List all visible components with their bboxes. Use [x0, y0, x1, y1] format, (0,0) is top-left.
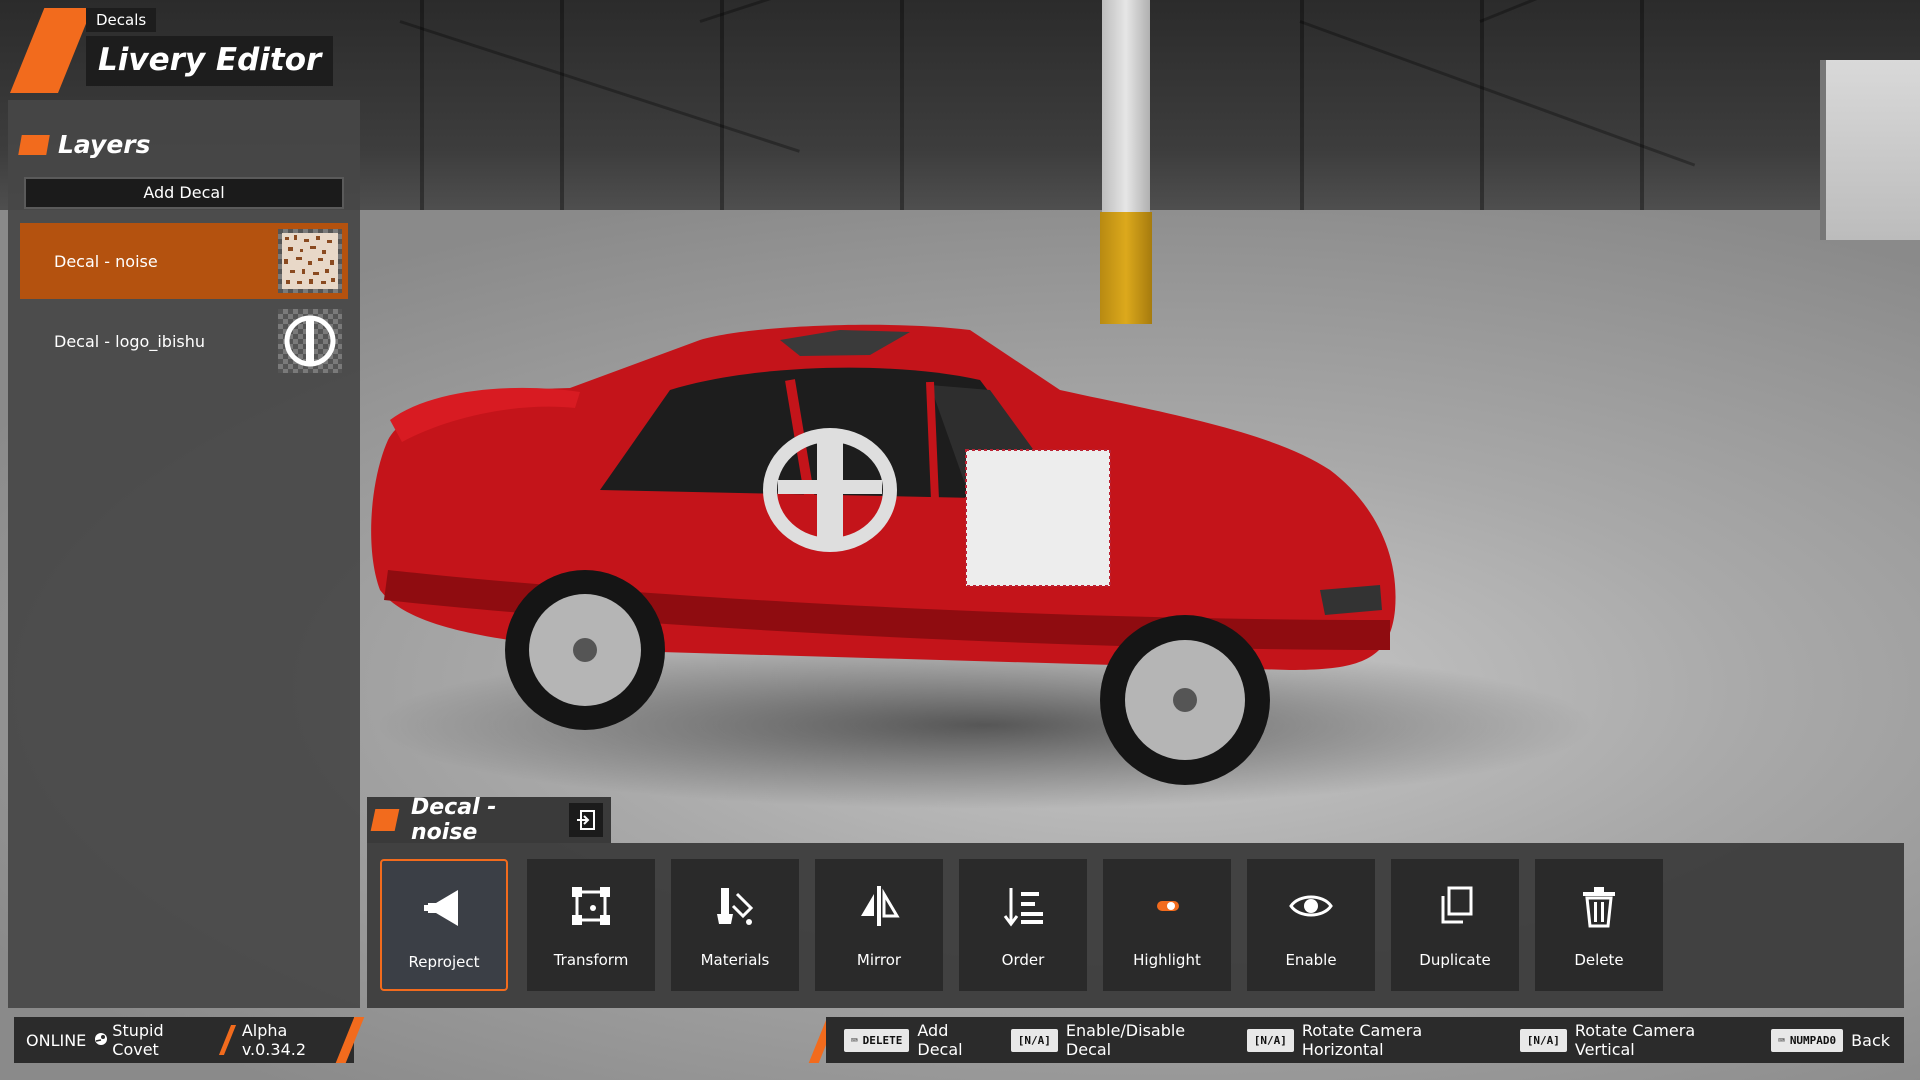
logo-decal-on-car	[763, 428, 897, 552]
status-bar: ONLINE Stupid Covet Alpha v.0.34.2	[14, 1017, 354, 1063]
tool-label: Transform	[553, 951, 629, 969]
tool-label: Enable	[1285, 951, 1337, 969]
eye-icon	[1286, 881, 1336, 931]
hint-label: Rotate Camera Vertical	[1574, 1021, 1696, 1059]
front-wheel	[1100, 615, 1270, 785]
garage-window	[1820, 60, 1920, 240]
hint-label: Enable/Disable Decal	[1065, 1021, 1186, 1059]
noise-decal-on-car	[965, 449, 1111, 587]
page-title: Livery Editor	[86, 36, 334, 86]
enable-button[interactable]: Enable	[1247, 859, 1375, 991]
rear-wheel	[505, 570, 665, 730]
hint-label: Back	[1851, 1030, 1891, 1050]
keycap: [N/A]	[1010, 1028, 1058, 1052]
keycap: [N/A]	[1246, 1028, 1294, 1052]
hint-label: Rotate Camera Horizontal	[1301, 1021, 1423, 1059]
ibishu-logo-icon	[278, 309, 342, 373]
tool-label: Order	[1001, 951, 1045, 969]
layers-accent-mark	[18, 134, 50, 155]
selected-decal-tab: Decal - noise	[367, 795, 611, 845]
exit-decal-button[interactable]	[569, 803, 603, 837]
reproject-icon	[419, 883, 469, 933]
controls-hint-bar: ⌨ DELETE Add Decal [N/A] Enable/Disable D…	[826, 1017, 1904, 1063]
duplicate-icon	[1430, 881, 1480, 931]
decal-accent-mark	[370, 809, 400, 831]
order-button[interactable]: Order	[959, 859, 1087, 991]
keycap: ⌨ DELETE	[844, 1028, 910, 1052]
mirror-button[interactable]: Mirror	[815, 859, 943, 991]
highlight-toggle-icon	[1142, 881, 1192, 931]
layer-item-decal-noise[interactable]: Decal - noise	[20, 223, 348, 299]
decal-tools-panel: Reproject Transform Materials Mirror Ord…	[367, 843, 1904, 1008]
tool-label: Delete	[1574, 951, 1624, 969]
hint-label: Add Decal	[917, 1021, 963, 1059]
delete-button[interactable]: Delete	[1535, 859, 1663, 991]
tool-label: Duplicate	[1419, 951, 1491, 969]
layers-panel: Layers Add Decal Decal - noise Decal - l…	[8, 100, 360, 1008]
layers-header: Layers	[18, 130, 151, 159]
version-label: Alpha v.0.34.2	[241, 1021, 307, 1059]
hint-rotate-camera-horizontal[interactable]: [N/A] Rotate Camera Horizontal	[1246, 1021, 1506, 1059]
layer-item-label: Decal - noise	[54, 251, 158, 271]
breadcrumb: Decals	[86, 8, 157, 32]
keyboard-icon: ⌨	[851, 1033, 858, 1047]
hint-add-decal[interactable]: ⌨ DELETE Add Decal	[844, 1021, 997, 1059]
page-header: Decals Livery Editor	[86, 8, 334, 86]
reproject-button[interactable]: Reproject	[380, 859, 508, 991]
trash-icon	[1574, 881, 1624, 931]
materials-icon	[710, 881, 760, 931]
tool-label: Highlight	[1133, 951, 1201, 969]
transform-button[interactable]: Transform	[527, 859, 655, 991]
keycap: [N/A]	[1519, 1028, 1567, 1052]
materials-button[interactable]: Materials	[671, 859, 799, 991]
hint-back[interactable]: ⌨ NUMPAD0 Back	[1771, 1028, 1891, 1052]
tool-label: Materials	[700, 951, 770, 969]
transform-icon	[566, 881, 616, 931]
tool-label: Reproject	[408, 953, 480, 971]
car-model[interactable]	[370, 320, 1600, 790]
noise-texture-icon	[278, 229, 342, 293]
exit-icon	[577, 810, 595, 830]
order-icon	[998, 881, 1048, 931]
selected-decal-title: Decal - noise	[411, 795, 497, 845]
steam-icon	[94, 1031, 108, 1050]
mirror-icon	[854, 881, 904, 931]
status-separator	[218, 1025, 236, 1055]
hint-enable-disable-decal[interactable]: [N/A] Enable/Disable Decal	[1010, 1021, 1233, 1059]
online-status: ONLINE	[26, 1030, 87, 1050]
highlight-toggle-button[interactable]: Highlight	[1103, 859, 1231, 991]
keycap: ⌨ NUMPAD0	[1771, 1028, 1844, 1052]
layers-title: Layers	[58, 130, 151, 159]
duplicate-button[interactable]: Duplicate	[1391, 859, 1519, 991]
tool-label: Mirror	[856, 951, 902, 969]
hint-rotate-camera-vertical[interactable]: [N/A] Rotate Camera Vertical	[1519, 1021, 1757, 1059]
add-decal-button[interactable]: Add Decal	[24, 177, 344, 209]
layer-item-label: Decal - logo_ibishu	[54, 331, 205, 351]
pillar-base	[1100, 212, 1152, 324]
layer-item-decal-logo-ibishu[interactable]: Decal - logo_ibishu	[20, 303, 348, 379]
keyboard-icon: ⌨	[1778, 1033, 1785, 1047]
username: Stupid Covet	[112, 1021, 164, 1059]
